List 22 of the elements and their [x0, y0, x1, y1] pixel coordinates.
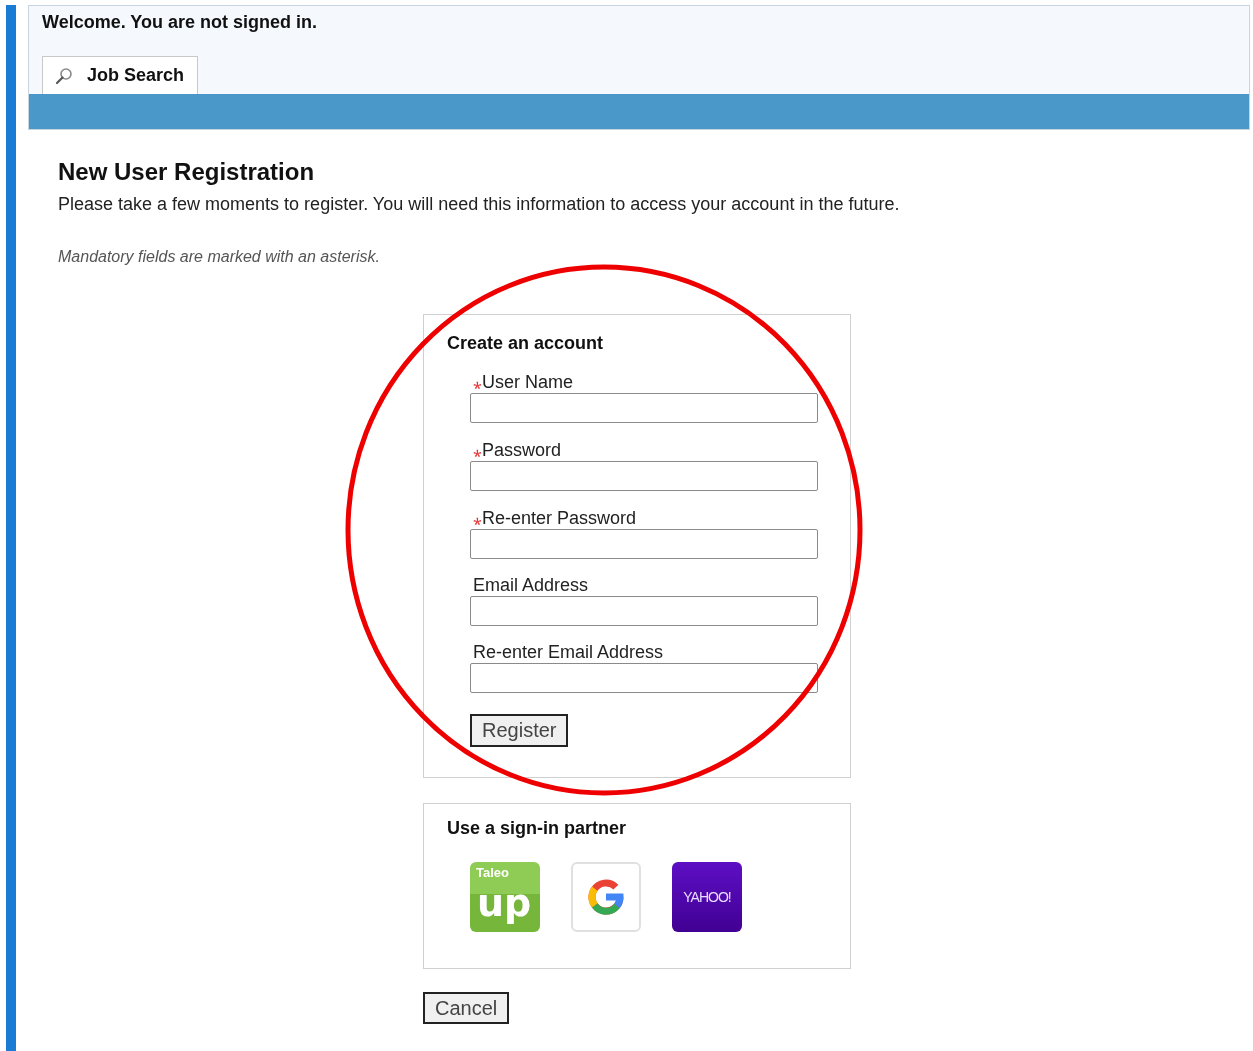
field-label: $^{⁎}$User Name: [472, 371, 574, 393]
yahoo-logo[interactable]: YAHOO!: [672, 862, 742, 932]
search-icon: [55, 66, 73, 85]
input-field[interactable]: [470, 596, 818, 626]
google-logo[interactable]: [571, 862, 641, 932]
field-label: $^{⁎}$Password: [472, 439, 562, 461]
cancel-button[interactable]: Cancel: [423, 992, 510, 1024]
page-title: New User Registration: [58, 158, 316, 187]
field-label: Re-enter Email Address: [472, 641, 664, 663]
job-search-tab[interactable]: Job Search: [42, 56, 199, 94]
input-field[interactable]: [470, 529, 818, 559]
input-field[interactable]: [470, 393, 818, 423]
section-heading: Use a sign-in partner: [447, 818, 628, 840]
input-field[interactable]: [470, 461, 818, 491]
register-button[interactable]: Register: [470, 714, 569, 747]
field-label: $^{⁎}$Re-enter Password: [472, 507, 637, 529]
mandatory-note: Mandatory fields are marked with an asterisk.: [58, 247, 381, 267]
intro-text: Please take a few moments to register. You will need this information to access your account in the future.: [58, 194, 901, 216]
section-heading: Create an account: [447, 333, 605, 355]
welcome-text: Welcome. You are not signed in.: [41, 11, 319, 34]
input-field[interactable]: [470, 663, 818, 693]
field-label: Email Address: [472, 574, 589, 596]
